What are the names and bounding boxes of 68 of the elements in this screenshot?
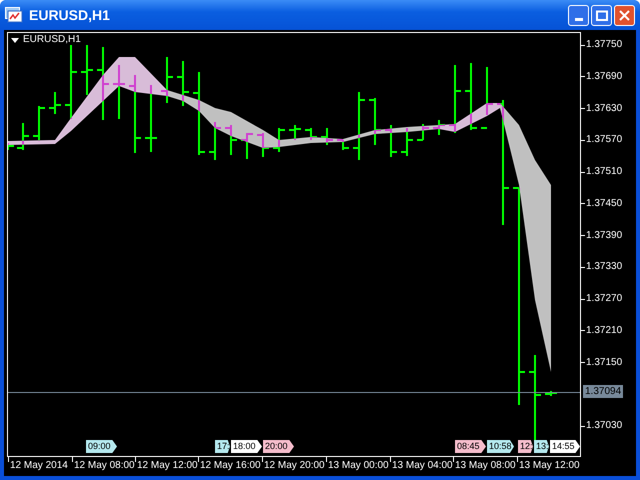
time-marker-tag: 12: — [518, 440, 533, 453]
price-bar — [145, 85, 157, 152]
price-bar — [273, 128, 285, 152]
time-marker-tag: 08:45 — [455, 440, 486, 453]
price-bar — [113, 65, 125, 119]
price-axis-label: 1.37270 — [586, 293, 622, 305]
price-bar — [17, 123, 29, 150]
price-axis-label: 1.37510 — [586, 166, 622, 178]
price-bar — [161, 57, 173, 103]
price-axis-label: 1.37450 — [586, 198, 622, 210]
maximize-button[interactable] — [591, 4, 612, 26]
price-bar — [289, 125, 301, 140]
window-title: EURUSD,H1 — [29, 6, 110, 24]
price-axis-label: 1.37030 — [586, 420, 622, 432]
price-bar — [257, 133, 269, 157]
price-bar — [49, 92, 61, 114]
time-axis-label: 13 May 08:00 — [455, 460, 516, 472]
price-bar — [481, 67, 493, 129]
time-axis-label: 13 May 00:00 — [328, 460, 389, 472]
price-bar — [305, 128, 317, 140]
minimize-icon — [574, 18, 582, 20]
time-axis-label: 13 May 12:00 — [519, 460, 580, 472]
time-marker-tag: 17: — [215, 440, 230, 453]
price-bar — [465, 63, 477, 130]
close-icon — [619, 10, 630, 20]
price-axis-label: 1.37330 — [586, 261, 622, 274]
price-axis-label: 1.37630 — [586, 102, 622, 114]
price-bar — [225, 125, 237, 155]
time-axis-label: 12 May 20:00 — [264, 460, 325, 472]
price-axis-label: 1.37390 — [586, 230, 622, 242]
price-bar — [337, 139, 349, 150]
price-bar — [353, 92, 365, 160]
price-axis-label: 1.37750 — [586, 39, 622, 51]
time-axis-label: 12 May 16:00 — [200, 460, 261, 472]
price-bar — [417, 124, 429, 141]
chart-window-icon — [5, 7, 23, 23]
time-marker-tag: 20:00 — [263, 440, 294, 453]
dropdown-triangle-icon[interactable] — [11, 38, 19, 42]
price-axis-label: 1.37210 — [586, 324, 622, 337]
price-axis-label: 1.37150 — [586, 356, 622, 368]
price-bar — [8, 143, 14, 150]
time-marker-tag: 18:00 — [231, 440, 262, 453]
price-bar — [81, 45, 93, 95]
price-bar — [401, 128, 413, 156]
price-bar — [209, 122, 221, 160]
time-marker-tag: 09:00 — [86, 440, 117, 453]
time-axis-label: 12 May 2014 — [10, 460, 68, 472]
close-button[interactable] — [614, 4, 635, 26]
price-bar — [241, 133, 253, 159]
price-bar — [369, 98, 381, 145]
price-bar — [321, 128, 333, 145]
time-axis-label: 12 May 12:00 — [137, 460, 198, 472]
price-bar — [433, 120, 445, 135]
price-bar — [449, 65, 461, 133]
time-marker-tag: 10:58 — [487, 440, 514, 453]
price-axis-label: 1.37690 — [586, 70, 622, 83]
time-axis-label: 12 May 08:00 — [74, 460, 135, 472]
time-axis-label: 13 May 04:00 — [392, 460, 453, 472]
current-price-label: 1.37094 — [583, 385, 624, 398]
maximize-icon — [596, 10, 608, 20]
chart-symbol-label: EURUSD,H1 — [23, 35, 81, 45]
price-bar — [33, 106, 45, 141]
time-marker-tag: 13: — [534, 440, 549, 453]
price-bar — [177, 61, 189, 106]
price-bar — [385, 125, 397, 157]
price-axis-label: 1.37570 — [586, 134, 622, 146]
time-marker-tag: 14:55 — [550, 440, 580, 453]
minimize-button[interactable] — [568, 4, 589, 26]
